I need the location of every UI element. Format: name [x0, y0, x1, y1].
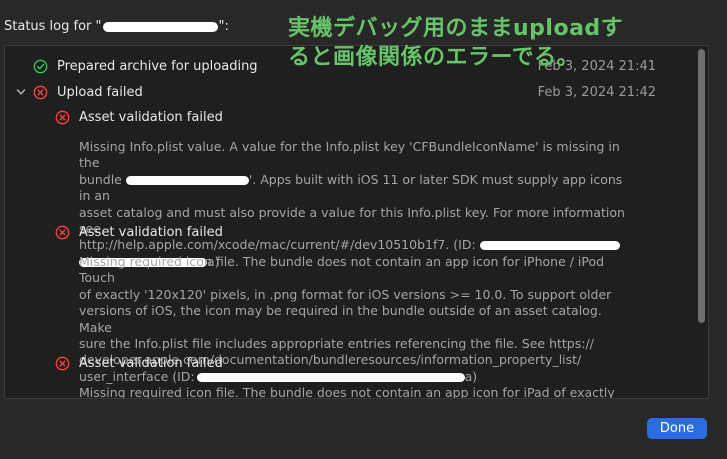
checkmark-circle-icon	[33, 59, 48, 74]
detail-message: Missing Info.plist value. A value for th…	[79, 139, 635, 270]
redacted-bundle-id	[125, 175, 249, 185]
scrollbar[interactable]	[698, 49, 705, 323]
annotation-line: ると画像関係のエラーでる。	[288, 45, 580, 70]
detail-title: Asset validation failed	[79, 225, 223, 240]
chevron-down-icon[interactable]	[15, 86, 27, 98]
error-circle-icon	[33, 85, 48, 100]
redacted-id	[479, 241, 620, 251]
detail-title: Asset validation failed	[79, 356, 223, 371]
status-log-title-suffix: ":	[218, 19, 229, 34]
redacted-id	[196, 372, 465, 382]
status-log-title-prefix: Status log for "	[4, 19, 102, 34]
detail-message-line: Missing Info.plist value. A value for th…	[79, 139, 620, 171]
detail-message-line: Missing required icon file. The bundle d…	[79, 385, 615, 399]
detail-message-line: versions of iOS, the icon may be require…	[79, 303, 602, 335]
done-button[interactable]: Done	[647, 418, 707, 439]
detail-message: Missing required icon file. The bundle d…	[79, 385, 635, 399]
annotation-line: 実機デバッグ用のままuploadす	[288, 16, 624, 41]
detail-message-line: of exactly '120x120' pixels, in .png for…	[79, 286, 612, 302]
detail-message-line: Missing required icon file. The bundle d…	[79, 254, 605, 286]
detail-message-line: user_interface (ID: a)	[79, 368, 478, 384]
redacted-project-name	[102, 21, 218, 32]
status-log-title: Status log for " ":	[4, 19, 229, 34]
detail-message-line: sure the Info.plist file includes approp…	[79, 336, 594, 352]
error-circle-icon	[55, 225, 70, 240]
log-item-label-upload-failed: Upload failed	[57, 85, 143, 100]
error-circle-icon	[55, 110, 70, 125]
detail-message-line: bundle '. Apps built with iOS 11 or late…	[79, 171, 623, 204]
detail-title: Asset validation failed	[79, 110, 223, 125]
log-item-label-prepared: Prepared archive for uploading	[57, 59, 258, 74]
error-circle-icon	[55, 356, 70, 371]
status-log-panel[interactable]: Prepared archive for uploading Feb 3, 20…	[4, 45, 709, 399]
log-item-timestamp-upload-failed: Feb 3, 2024 21:42	[537, 85, 656, 100]
annotation-overlay: 実機デバッグ用のままuploadす ると画像関係のエラーでる。	[288, 14, 623, 72]
